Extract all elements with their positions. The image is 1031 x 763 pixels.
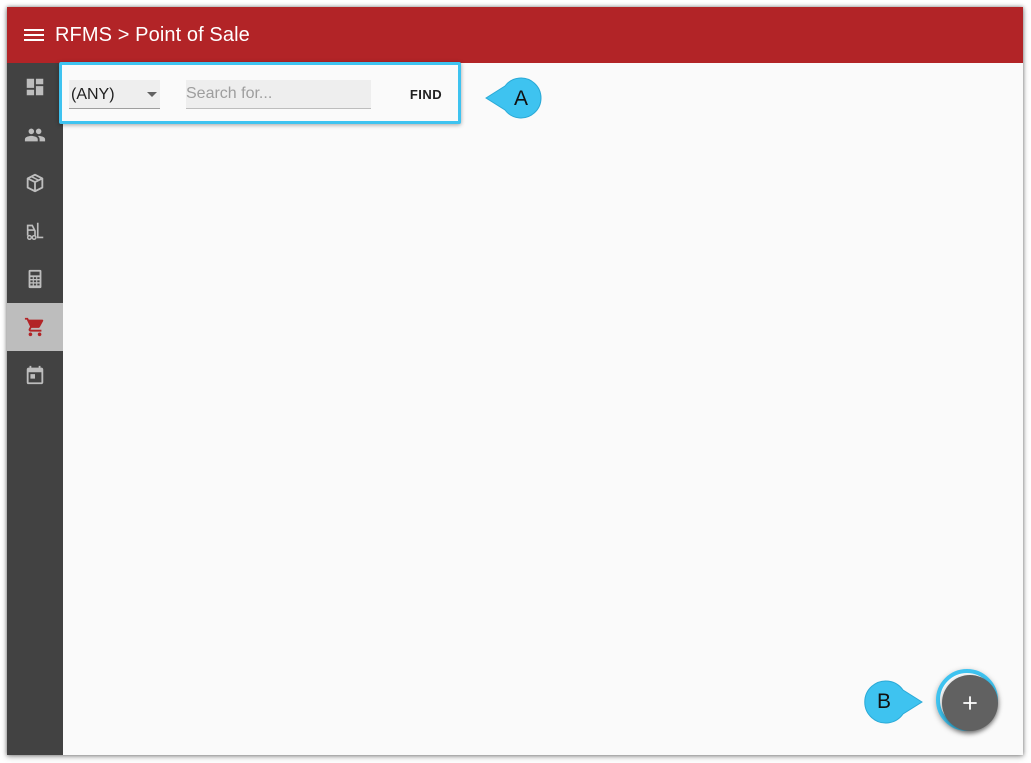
find-button[interactable]: FIND	[398, 82, 454, 106]
page-title: RFMS > Point of Sale	[55, 23, 250, 46]
sidebar-item-warehouse[interactable]	[7, 207, 63, 255]
sidebar-item-calculator[interactable]	[7, 255, 63, 303]
plus-icon	[963, 696, 977, 710]
calculator-icon	[28, 269, 42, 289]
search-input[interactable]	[186, 80, 371, 109]
sidebar	[7, 63, 63, 755]
chevron-down-icon	[147, 92, 157, 97]
sidebar-item-dashboard[interactable]	[7, 63, 63, 111]
search-toolbar: (ANY) FIND	[59, 62, 461, 124]
package-icon	[26, 173, 44, 193]
dashboard-icon	[26, 78, 44, 96]
add-button[interactable]	[942, 675, 998, 731]
callout-b-marker	[864, 680, 923, 724]
sidebar-item-products[interactable]	[7, 159, 63, 207]
forklift-icon	[26, 222, 44, 240]
hamburger-menu-icon[interactable]	[24, 27, 44, 43]
filter-select[interactable]: (ANY)	[69, 80, 160, 109]
filter-select-value: (ANY)	[71, 86, 115, 103]
main-content	[63, 63, 1023, 755]
sidebar-item-customers[interactable]	[7, 111, 63, 159]
shopping-cart-icon	[24, 317, 44, 337]
top-app-bar: RFMS > Point of Sale	[7, 7, 1023, 63]
people-icon	[24, 128, 46, 142]
callout-b-label: B	[877, 690, 892, 713]
calendar-icon	[26, 365, 44, 385]
callout-a-label: A	[514, 87, 529, 110]
sidebar-item-calendar[interactable]	[7, 351, 63, 399]
sidebar-item-point-of-sale[interactable]	[7, 303, 63, 351]
